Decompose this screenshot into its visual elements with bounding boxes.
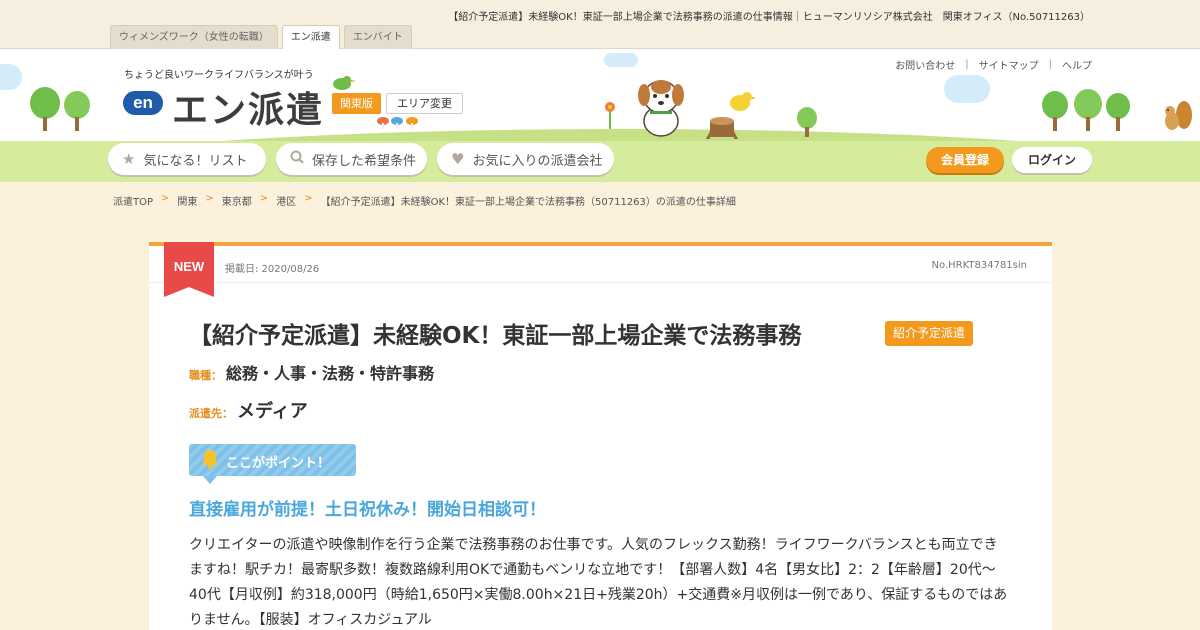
star-icon: ★ (122, 150, 136, 168)
referral-tag-badge: 紹介予定派遣 (885, 321, 974, 346)
member-register-button[interactable]: 会員登録 (926, 147, 1004, 173)
cloud-decoration (604, 53, 638, 67)
job-description: クリエイターの派遣や映像制作を行う企業で法務事務のお仕事です。人気のフレックス勤… (189, 537, 1008, 628)
watchlist-label: 気になる！リスト (143, 153, 248, 169)
breadcrumb-item[interactable]: 関東 (177, 193, 197, 208)
en-logo-mark[interactable]: en (123, 91, 163, 115)
watchlist-button[interactable]: ★ 気になる！リスト (108, 143, 266, 175)
divider: | (1048, 59, 1052, 70)
dog-illustration-icon (638, 80, 684, 137)
breadcrumb-item[interactable]: 東京都 (222, 193, 252, 208)
category-label: 職種： (189, 369, 222, 382)
bell-icon (201, 449, 219, 473)
job-number: No.HRKT834781sin (931, 260, 1027, 271)
saved-conditions-button[interactable]: 保存した希望条件 (276, 143, 427, 175)
sitemap-link[interactable]: サイトマップ (979, 57, 1039, 72)
breadcrumb: 派遣TOP > 関東 > 東京都 > 港区 > 【紹介予定派遣】未経験OK！東証… (113, 193, 736, 208)
cloud-decoration (0, 64, 22, 90)
utility-links: お問い合わせ | サイトマップ | ヘルプ (895, 57, 1092, 72)
flower-icon (605, 102, 615, 129)
login-button[interactable]: ログイン (1012, 147, 1092, 173)
category-row: 職種： 総務・人事・法務・特許事務 (189, 360, 434, 384)
top-bar: 【紹介予定派遣】未経験OK！東証一部上場企業で法務事務の派遣の仕事情報｜ヒューマ… (0, 0, 1200, 50)
site-logo[interactable]: エン派遣 (172, 81, 324, 133)
new-ribbon: NEW (164, 242, 214, 297)
stump-icon (706, 117, 738, 139)
cloud-decoration (944, 75, 990, 103)
site-header: ちょうど良いワークライフバランスが叶う en エン派遣 関東版 エリア変更 お問… (0, 49, 1200, 182)
heart-icon: ♥ (451, 150, 465, 168)
point-badge: ここがポイント！ (189, 444, 356, 484)
region-badge: 関東版 (332, 93, 381, 114)
dispatch-value: メディア (237, 401, 308, 422)
bird-icon (333, 76, 356, 90)
breadcrumb-separator: > (161, 193, 170, 204)
area-change-button[interactable]: エリア変更 (386, 93, 463, 114)
help-link[interactable]: ヘルプ (1062, 57, 1092, 72)
divider: | (965, 59, 969, 70)
breadcrumb-current: 【紹介予定派遣】未経験OK！東証一部上場企業で法務事務（50711263）の派遣… (320, 197, 736, 208)
tab-en-haken[interactable]: エン派遣 (281, 25, 340, 50)
job-card: 掲載日: 2020/08/26 No.HRKT834781sin NEW 【紹介… (149, 242, 1052, 630)
yellow-bird-icon (730, 92, 756, 111)
mushroom-icon (377, 117, 418, 129)
job-highlight: 直接雇用が前提！土日祝休み！開始日相談可！ (189, 500, 546, 520)
tab-womens-work[interactable]: ウィメンズワーク（女性の転職） (110, 25, 278, 49)
category-value: 総務・人事・法務・特許事務 (226, 364, 435, 383)
job-title: 【紹介予定派遣】未経験OK！東証一部上場企業で法務事務 (189, 323, 802, 349)
favorite-agencies-label: お気に入りの派遣会社 (472, 153, 603, 169)
dispatch-label: 派遣先： (189, 407, 233, 420)
breadcrumb-separator: > (304, 193, 313, 204)
squirrel-icon (1165, 101, 1192, 130)
job-meta-bar: 掲載日: 2020/08/26 No.HRKT834781sin (149, 246, 1052, 283)
page-heading: 【紹介予定派遣】未経験OK！東証一部上場企業で法務事務の派遣の仕事情報｜ヒューマ… (448, 12, 1090, 23)
breadcrumb-item[interactable]: 港区 (276, 193, 296, 208)
point-label: ここがポイント！ (226, 456, 331, 471)
breadcrumb-separator: > (259, 193, 269, 204)
tagline: ちょうど良いワークライフバランスが叶う (124, 70, 314, 81)
post-date: 掲載日: 2020/08/26 (225, 264, 320, 275)
search-icon (290, 150, 304, 168)
saved-conditions-label: 保存した希望条件 (312, 153, 417, 169)
favorite-agencies-button[interactable]: ♥ お気に入りの派遣会社 (437, 143, 614, 175)
contact-link[interactable]: お問い合わせ (895, 57, 955, 72)
breadcrumb-separator: > (205, 193, 214, 204)
site-tabs: ウィメンズワーク（女性の転職） エン派遣 エンバイト (110, 25, 412, 50)
breadcrumb-item[interactable]: 派遣TOP (113, 193, 153, 208)
dispatch-row: 派遣先： メディア (189, 397, 308, 423)
tab-en-baito[interactable]: エンバイト (343, 25, 412, 49)
new-label: NEW (173, 259, 205, 274)
